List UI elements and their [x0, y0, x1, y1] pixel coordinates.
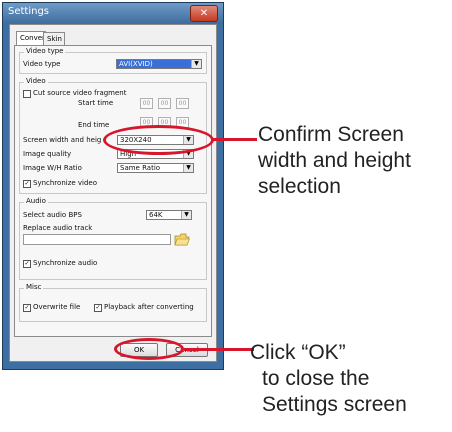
screen-size-highlight — [103, 125, 214, 155]
overwrite-label: Overwrite file — [33, 303, 81, 311]
misc-legend: Misc — [24, 283, 44, 291]
chevron-down-icon[interactable]: ▼ — [181, 211, 191, 219]
tab-skin[interactable]: Skin — [43, 32, 65, 46]
image-quality-label: Image quality — [23, 150, 72, 158]
playback-label: Playback after converting — [104, 303, 194, 311]
convert-tab-panel: Video type Video type AVI(XVID) ▼ Video … — [14, 45, 212, 337]
note1-line1: Confirm Screen — [258, 123, 404, 146]
note1-line3: selection — [258, 175, 341, 198]
dialog-client-area: Convert Skin Video type Video type AVI(X… — [9, 24, 217, 362]
ok-note: Click “OK” to close the Settings screen — [250, 340, 407, 418]
note2-line1: Click “OK” — [250, 341, 346, 364]
cut-fragment-label: Cut source video fragment — [33, 89, 127, 97]
replace-audio-field[interactable] — [23, 234, 171, 245]
ratio-value: Same Ratio — [120, 164, 161, 172]
audio-bps-select[interactable]: 64K ▼ — [146, 210, 192, 220]
ratio-select[interactable]: Same Ratio ▼ — [117, 163, 194, 173]
title-bar[interactable]: Settings ✕ — [3, 3, 223, 23]
cut-fragment-checkbox[interactable] — [23, 90, 31, 98]
start-time-label: Start time — [78, 99, 114, 107]
sync-audio-label: Synchronize audio — [33, 259, 98, 267]
start-hour-field[interactable]: 00 — [140, 98, 153, 109]
end-time-label: End time — [78, 121, 110, 129]
misc-group: Misc ✓ Overwrite file ✓ Playback after c… — [19, 283, 207, 322]
ratio-label: Image W/H Ratio — [23, 164, 82, 172]
screen-size-label: Screen width and heig — [23, 136, 102, 144]
video-type-label: Video type — [23, 60, 61, 68]
screen-size-callout-line — [213, 138, 257, 141]
start-minute-field[interactable]: 00 — [158, 98, 171, 109]
video-type-group: Video type Video type AVI(XVID) ▼ — [19, 47, 207, 74]
audio-group: Audio Select audio BPS 64K ▼ Replace aud… — [19, 197, 207, 280]
screen-size-note: Confirm Screen width and height selectio… — [258, 122, 411, 200]
chevron-down-icon[interactable]: ▼ — [191, 60, 201, 68]
replace-audio-label: Replace audio track — [23, 224, 93, 232]
ok-callout-line — [184, 348, 254, 351]
playback-checkbox[interactable]: ✓ — [94, 304, 102, 312]
video-legend: Video — [24, 77, 48, 85]
window-title: Settings — [8, 6, 50, 17]
tab-convert[interactable]: Convert — [16, 31, 48, 46]
close-button[interactable]: ✕ — [190, 5, 218, 22]
note1-line2: width and height — [258, 149, 411, 172]
sync-video-label: Synchronize video — [33, 179, 98, 187]
sync-audio-checkbox[interactable]: ✓ — [23, 260, 31, 268]
ok-button-highlight — [114, 338, 184, 360]
settings-dialog: Settings ✕ Convert Skin Video type Video… — [2, 2, 224, 370]
video-type-legend: Video type — [24, 47, 66, 55]
note2-line2: to close the — [262, 367, 370, 390]
audio-legend: Audio — [24, 197, 48, 205]
sync-video-checkbox[interactable]: ✓ — [23, 180, 31, 188]
video-type-select[interactable]: AVI(XVID) ▼ — [116, 59, 202, 69]
audio-bps-value: 64K — [149, 211, 163, 219]
overwrite-checkbox[interactable]: ✓ — [23, 304, 31, 312]
chevron-down-icon[interactable]: ▼ — [183, 164, 193, 172]
folder-icon[interactable] — [174, 233, 190, 246]
audio-bps-label: Select audio BPS — [23, 211, 82, 219]
video-type-value: AVI(XVID) — [119, 60, 153, 68]
note2-line3: Settings screen — [262, 393, 407, 416]
start-second-field[interactable]: 00 — [176, 98, 189, 109]
